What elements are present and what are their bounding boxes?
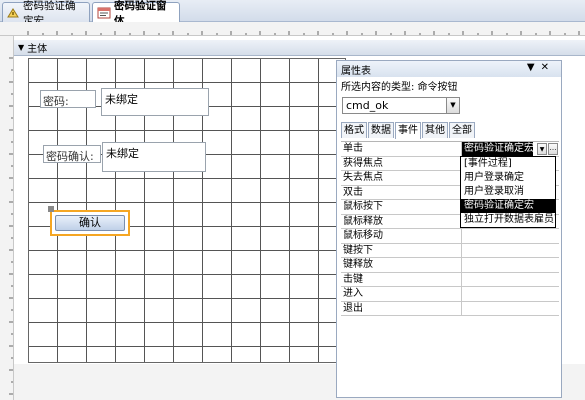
chevron-down-icon[interactable]: ▼ [446, 98, 459, 113]
property-name: 鼠标按下 [343, 201, 383, 212]
tab-data[interactable]: 数据 [368, 122, 394, 138]
property-name: 双击 [343, 186, 363, 198]
property-row[interactable]: 击键 [341, 272, 559, 287]
control-selector[interactable]: cmd_ok ▼ [342, 97, 460, 114]
dropdown-option-selected[interactable]: 密码验证确定宏 [461, 199, 555, 213]
ok-button-selection[interactable]: 确认 [50, 210, 130, 236]
property-name: 键按下 [343, 244, 373, 256]
move-handle[interactable] [48, 206, 54, 212]
property-value[interactable] [461, 243, 559, 258]
property-name: 单击 [343, 143, 363, 154]
property-value[interactable] [461, 301, 559, 316]
property-value[interactable] [461, 258, 559, 272]
chevron-down-icon[interactable]: ▼ [537, 143, 547, 155]
vertical-ruler [0, 36, 14, 400]
property-name: 获得焦点 [343, 157, 383, 169]
property-name: 击键 [343, 273, 363, 285]
selection-type: 所选内容的类型: 命令按钮 [341, 81, 458, 93]
property-name: 鼠标移动 [343, 230, 383, 241]
control-selector-value: cmd_ok [346, 99, 389, 112]
section-arrow-icon: ▼ [18, 43, 25, 52]
tab-macro[interactable]: 密码验证确定宏 [2, 0, 90, 27]
document-tab-bar: 密码验证确定宏 密码验证窗体 [0, 0, 585, 27]
password-label[interactable]: 密码: [40, 90, 96, 108]
property-row[interactable]: 退出 [341, 301, 559, 316]
property-row[interactable]: 键释放 [341, 258, 559, 273]
property-value[interactable] [461, 272, 559, 287]
tab-all[interactable]: 全部 [449, 122, 475, 138]
event-dropdown-list: [事件过程] 用户登录确定 用户登录取消 密码验证确定宏 独立打开数据表雇员窗 [460, 156, 556, 228]
property-value[interactable] [461, 229, 559, 243]
property-row[interactable]: 进入 [341, 287, 559, 302]
tab-other[interactable]: 其他 [422, 122, 448, 138]
property-sheet-controls: ▼✕ [527, 62, 555, 73]
dropdown-option[interactable]: 用户登录确定 [461, 171, 555, 185]
property-row[interactable]: 鼠标移动 [341, 229, 559, 244]
property-name: 键释放 [343, 259, 373, 270]
horizontal-ruler [0, 22, 585, 36]
form-icon [97, 7, 111, 19]
section-label: 主体 [27, 44, 48, 55]
property-row-click[interactable]: 单击 密码验证确定宏 ▼ … [341, 142, 559, 157]
property-name: 失去焦点 [343, 172, 383, 183]
property-name: 进入 [343, 288, 363, 299]
property-sheet-titlebar: 属性表 ▼✕ [337, 61, 561, 77]
dropdown-option[interactable]: 独立打开数据表雇员窗 [461, 213, 555, 227]
confirm-label[interactable]: 密码确认: [43, 145, 101, 163]
ellipsis-builder-icon[interactable]: … [548, 143, 558, 155]
password-textbox[interactable]: 未绑定 [101, 88, 209, 116]
property-row[interactable]: 键按下 [341, 243, 559, 258]
property-name: 鼠标释放 [343, 215, 383, 227]
property-value[interactable] [461, 287, 559, 301]
close-icon[interactable]: ✕ [541, 62, 555, 73]
section-header-detail[interactable]: ▼ 主体 [14, 40, 585, 56]
tab-form[interactable]: 密码验证窗体 [92, 0, 180, 27]
dropdown-option[interactable]: [事件过程] [461, 157, 555, 171]
macro-icon [7, 7, 20, 19]
property-sheet-title: 属性表 [341, 65, 371, 77]
tab-format[interactable]: 格式 [341, 122, 367, 138]
confirm-textbox[interactable]: 未绑定 [102, 142, 206, 172]
property-value[interactable]: 密码验证确定宏 [461, 142, 533, 156]
dropdown-option[interactable]: 用户登录取消 [461, 185, 555, 199]
tab-event[interactable]: 事件 [395, 122, 421, 139]
property-tabs: 格式 数据 事件 其他 全部 [341, 122, 476, 139]
dropdown-arrow-icon[interactable]: ▼ [527, 62, 541, 73]
property-name: 退出 [343, 302, 363, 314]
ok-button[interactable]: 确认 [55, 215, 125, 231]
property-sheet: 属性表 ▼✕ 所选内容的类型: 命令按钮 cmd_ok ▼ 格式 数据 事件 其… [336, 60, 562, 398]
